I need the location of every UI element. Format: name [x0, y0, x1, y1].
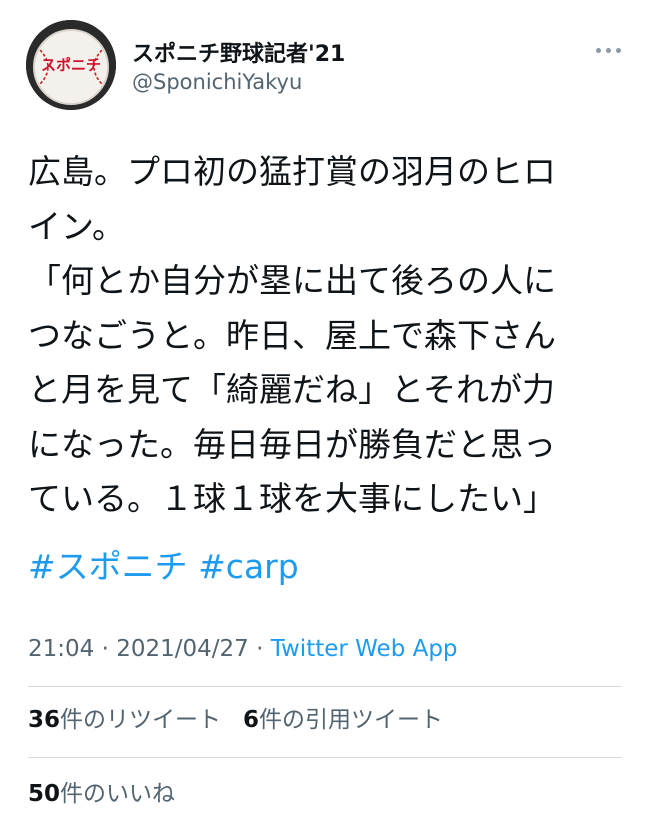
- likes-count: 50: [28, 781, 61, 807]
- likes-label: 件のいいね: [60, 781, 176, 807]
- tweet-text-line: と月を見て「綺麗だね」とそれが力: [28, 370, 556, 409]
- avatar-logo-text: スポニチ: [41, 56, 101, 74]
- divider: [28, 757, 622, 758]
- retweets-label: 件のリツイート: [60, 707, 222, 733]
- hashtag-row: #スポニチ #carp: [28, 542, 299, 592]
- more-horizontal-icon: [615, 47, 621, 53]
- tweet-text: 広島。プロ初の猛打賞の羽月のヒロ イン。 「何とか自分が塁に出て後ろの人に つな…: [28, 145, 628, 527]
- hashtag-link-sponichi[interactable]: #スポニチ: [28, 547, 188, 586]
- avatar[interactable]: スポニチ: [26, 20, 116, 110]
- tweet-text-line: になった。毎日毎日が勝負だと思っ: [28, 424, 556, 464]
- display-name[interactable]: スポニチ野球記者'21: [132, 36, 345, 68]
- tweet-text-line: つなごうと。昨日、屋上で森下さん: [28, 315, 556, 355]
- retweets-count: 36: [28, 707, 61, 733]
- likes-row: 50件のいいね: [28, 777, 175, 811]
- tweet-text-line: イン。: [28, 206, 126, 246]
- tweet-meta: 21:04 · 2021/04/27 · Twitter Web App: [28, 632, 458, 666]
- retweets-stat[interactable]: 36件のリツイート: [28, 707, 221, 733]
- more-options-button[interactable]: [588, 38, 628, 62]
- divider: [28, 686, 622, 687]
- quotes-stat[interactable]: 6件の引用ツイート: [243, 707, 443, 733]
- likes-stat[interactable]: 50件のいいね: [28, 781, 175, 807]
- hashtag-link-carp[interactable]: #carp: [198, 547, 299, 586]
- tweet-text-line: 「何とか自分が塁に出て後ろの人に: [28, 261, 556, 300]
- user-handle[interactable]: @SponichiYakyu: [132, 70, 302, 94]
- engagement-row: 36件のリツイート 6件の引用ツイート: [28, 703, 443, 737]
- tweet-text-line: 広島。プロ初の猛打賞の羽月のヒロ: [28, 152, 556, 191]
- quotes-label: 件の引用ツイート: [258, 707, 443, 733]
- meta-separator: ·: [94, 636, 117, 662]
- quotes-count: 6: [242, 707, 259, 733]
- tweet-time[interactable]: 21:04: [28, 636, 94, 662]
- tweet-source-link[interactable]: Twitter Web App: [271, 636, 458, 662]
- more-horizontal-icon: [605, 47, 611, 53]
- tweet-card: スポニチ スポニチ野球記者'21 @SponichiYakyu 広島。プロ初の猛…: [0, 0, 650, 822]
- meta-separator: ·: [248, 636, 271, 662]
- more-horizontal-icon: [595, 47, 601, 53]
- baseball-avatar-icon: スポニチ: [26, 20, 116, 110]
- tweet-date[interactable]: 2021/04/27: [116, 636, 249, 662]
- tweet-text-line: ている。１球１球を大事にしたい」: [28, 479, 556, 518]
